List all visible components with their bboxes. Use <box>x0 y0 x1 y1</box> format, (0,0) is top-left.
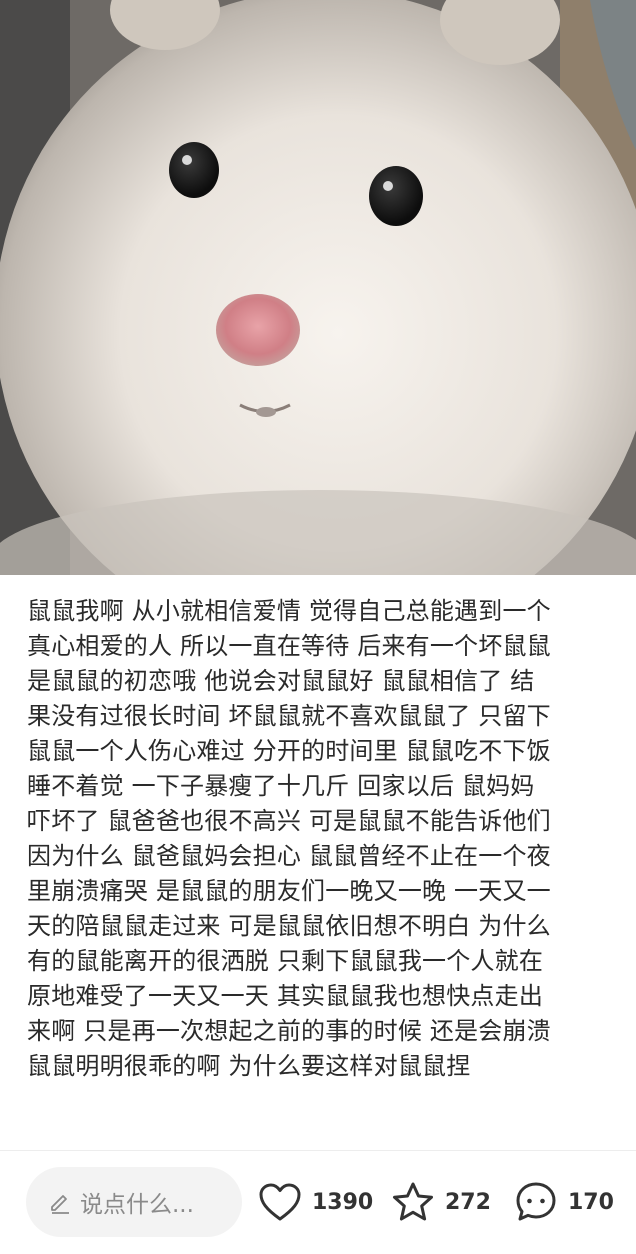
bottom-action-bar: 说点什么... 1390 272 170 <box>0 1151 636 1254</box>
comment-button[interactable]: 170 <box>514 1177 614 1227</box>
hamster-photo <box>0 0 636 575</box>
chat-bubble-icon <box>516 1182 556 1221</box>
post-line: 鼠鼠明明很乖的啊 为什么要这样对鼠鼠捏 <box>27 1052 471 1080</box>
post-line: 吓坏了 鼠爸爸也很不高兴 可是鼠鼠不能告诉他们 <box>27 807 551 835</box>
post-photo[interactable] <box>0 0 636 575</box>
comment-input[interactable]: 说点什么... <box>26 1167 242 1237</box>
post-line: 鼠鼠一个人伤心难过 分开的时间里 鼠鼠吃不下饭 <box>27 737 551 765</box>
post-line: 果没有过很长时间 坏鼠鼠就不喜欢鼠鼠了 只留下 <box>27 702 551 730</box>
pen-icon <box>51 1195 69 1214</box>
post-line: 真心相爱的人 所以一直在等待 后来有一个坏鼠鼠 <box>27 632 551 660</box>
post-line: 有的鼠能离开的很洒脱 只剩下鼠鼠我一个人就在 <box>27 947 544 975</box>
comment-count: 170 <box>568 1189 614 1215</box>
comment-placeholder: 说点什么... <box>80 1192 194 1218</box>
post-line: 因为什么 鼠爸鼠妈会担心 鼠鼠曾经不止在一个夜 <box>27 842 551 870</box>
post-line: 原地难受了一天又一天 其实鼠鼠我也想快点走出 <box>27 982 544 1010</box>
like-count: 1390 <box>312 1189 374 1215</box>
post-line: 鼠鼠我啊 从小就相信爱情 觉得自己总能遇到一个 <box>27 597 551 625</box>
post-line: 天的陪鼠鼠走过来 可是鼠鼠依旧想不明白 为什么 <box>27 912 551 940</box>
heart-icon <box>259 1183 301 1221</box>
favorite-button[interactable]: 272 <box>391 1177 491 1227</box>
post-line: 是鼠鼠的初恋哦 他说会对鼠鼠好 鼠鼠相信了 结 <box>27 667 535 695</box>
post-line: 睡不着觉 一下子暴瘦了十几斤 回家以后 鼠妈妈 <box>27 772 535 800</box>
post-content: 鼠鼠我啊 从小就相信爱情 觉得自己总能遇到一个 真心相爱的人 所以一直在等待 后… <box>27 594 613 1084</box>
post-line: 来啊 只是再一次想起之前的事的时候 还是会崩溃 <box>27 1017 551 1045</box>
post-line: 里崩溃痛哭 是鼠鼠的朋友们一晚又一晚 一天又一 <box>27 877 551 905</box>
favorite-count: 272 <box>445 1189 491 1215</box>
star-icon <box>393 1182 433 1221</box>
like-button[interactable]: 1390 <box>258 1177 373 1227</box>
